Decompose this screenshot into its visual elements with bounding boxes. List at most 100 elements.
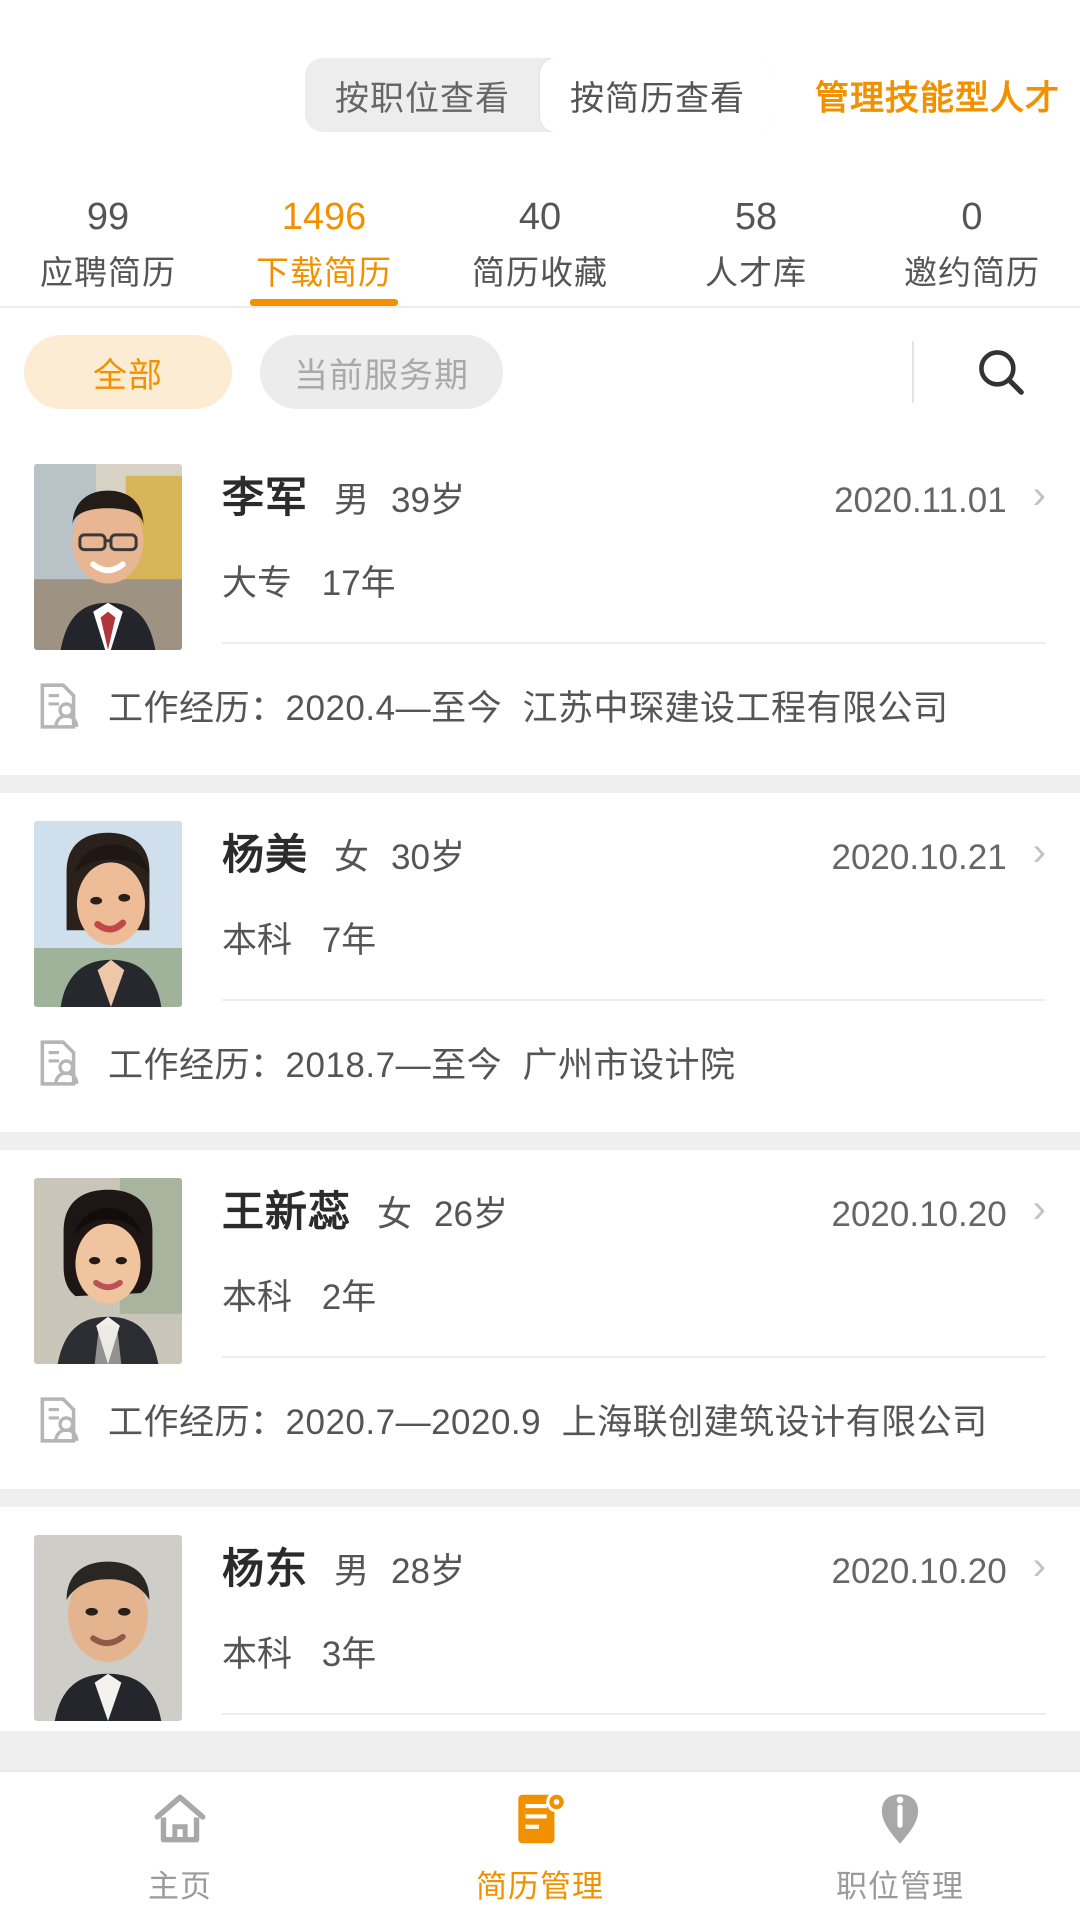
stat-underline: [466, 299, 614, 306]
nav-label: 职位管理: [836, 1868, 964, 1904]
stat-number: 40: [518, 196, 562, 239]
filter-bar: 全部 当前服务期: [0, 308, 1080, 436]
candidate-experience-years: 2年: [321, 1278, 377, 1317]
avatar: [34, 821, 182, 1007]
candidate-education: 本科: [222, 1635, 293, 1674]
resume-primary-row: 王新蕊 女 26岁 2020.10.20 ›: [222, 1178, 1046, 1239]
list-item[interactable]: 李军 男 39岁 2020.11.01 › 大专 17年 工作经历：2020.4…: [0, 436, 1080, 775]
candidate-age: 28岁: [391, 1552, 465, 1591]
chevron-right-icon[interactable]: ›: [1033, 475, 1046, 515]
segment-by-position[interactable]: 按职位查看: [305, 58, 540, 132]
avatar-woman-dark-hair-icon: [34, 1178, 182, 1364]
resume-secondary-row: 大专 17年: [222, 555, 1046, 606]
resume-date: 2020.10.20: [831, 1195, 1007, 1234]
resume-list[interactable]: 李军 男 39岁 2020.11.01 › 大专 17年 工作经历：2020.4…: [0, 436, 1080, 1920]
resume-date: 2020.10.21: [831, 838, 1007, 877]
view-mode-segmented-control[interactable]: 按职位查看 按简历查看: [305, 58, 775, 132]
resume-info: 王新蕊 女 26岁 2020.10.20 › 本科 2年: [182, 1178, 1046, 1364]
bottom-navigation: 主页 简历管理 职位管理: [0, 1770, 1080, 1920]
list-item[interactable]: 王新蕊 女 26岁 2020.10.20 › 本科 2年 工作经历：2020.7…: [0, 1150, 1080, 1489]
resume-icon: [508, 1787, 572, 1851]
resume-date: 2020.10.20: [831, 1552, 1007, 1591]
candidate-gender: 男: [334, 1552, 370, 1591]
stat-label: 应聘简历: [40, 253, 176, 291]
candidate-name: 李军: [222, 474, 309, 521]
stat-underline: [898, 299, 1046, 306]
resume-secondary-row: 本科 2年: [222, 1269, 1046, 1320]
stat-underline: [34, 299, 182, 306]
stat-label: 下载简历: [256, 253, 392, 291]
segment-by-resume[interactable]: 按简历查看: [540, 58, 775, 132]
stat-tab-favorites[interactable]: 40 简历收藏: [432, 190, 648, 306]
stat-number: 99: [86, 196, 130, 239]
work-experience-row: 工作经历：2020.4—至今 江苏中琛建设工程有限公司: [34, 650, 1046, 765]
resume-info: 杨东 男 28岁 2020.10.20 › 本科 3年: [182, 1535, 1046, 1721]
filter-chip-current-service-period[interactable]: 当前服务期: [260, 335, 503, 409]
nav-item-home[interactable]: 主页: [0, 1772, 360, 1920]
avatar: [34, 1535, 182, 1721]
vertical-divider: [912, 341, 914, 403]
chevron-right-icon[interactable]: ›: [1033, 832, 1046, 872]
nav-label: 主页: [148, 1868, 212, 1904]
candidate-gender: 男: [334, 481, 370, 520]
stat-tab-talent-pool[interactable]: 58 人才库: [648, 190, 864, 306]
stat-tab-downloaded[interactable]: 1496 下载简历: [216, 190, 432, 306]
chevron-right-icon[interactable]: ›: [1033, 1189, 1046, 1229]
card-divider: [222, 642, 1046, 644]
candidate-education: 本科: [222, 1278, 293, 1317]
resume-card-header: 李军 男 39岁 2020.11.01 › 大专 17年: [34, 464, 1046, 650]
card-divider: [222, 1356, 1046, 1358]
resume-card-header: 杨美 女 30岁 2020.10.21 › 本科 7年: [34, 821, 1046, 1007]
stat-label: 邀约简历: [904, 253, 1040, 291]
candidate-name: 杨东: [222, 1545, 309, 1592]
position-icon: [868, 1787, 932, 1851]
stat-tab-invitations[interactable]: 0 邀约简历: [864, 190, 1080, 306]
candidate-name: 王新蕊: [222, 1188, 352, 1235]
stat-underline: [250, 299, 398, 306]
top-bar: 按职位查看 按简历查看 管理技能型人才: [0, 0, 1080, 190]
candidate-education: 大专: [222, 564, 293, 603]
work-experience-icon: [40, 682, 79, 729]
work-experience-row: 工作经历：2018.7—至今 广州市设计院: [34, 1007, 1046, 1122]
candidate-gender: 女: [334, 838, 370, 877]
search-zone: [912, 308, 1056, 436]
nav-item-position-management[interactable]: 职位管理: [720, 1772, 1080, 1920]
work-experience-text: 工作经历：2020.7—2020.9 上海联创建筑设计有限公司: [108, 1403, 988, 1442]
list-item[interactable]: 杨东 男 28岁 2020.10.20 › 本科 3年: [0, 1507, 1080, 1731]
work-experience-row: 工作经历：2020.7—2020.9 上海联创建筑设计有限公司: [34, 1364, 1046, 1479]
resume-secondary-row: 本科 7年: [222, 912, 1046, 963]
resume-info: 杨美 女 30岁 2020.10.21 › 本科 7年: [182, 821, 1046, 1007]
resume-secondary-row: 本科 3年: [222, 1626, 1046, 1677]
nav-label: 简历管理: [476, 1868, 604, 1904]
stats-tabs: 99 应聘简历 1496 下载简历 40 简历收藏 58 人才库 0 邀约简历: [0, 190, 1080, 308]
avatar-man-suit-glasses-icon: [34, 464, 182, 650]
resume-primary-row: 杨东 男 28岁 2020.10.20 ›: [222, 1535, 1046, 1596]
search-icon: [979, 350, 1024, 395]
candidate-education: 本科: [222, 921, 293, 960]
list-item[interactable]: 杨美 女 30岁 2020.10.21 › 本科 7年 工作经历：2018.7—…: [0, 793, 1080, 1132]
stat-underline: [682, 299, 830, 306]
resume-info: 李军 男 39岁 2020.11.01 › 大专 17年: [182, 464, 1046, 650]
search-button[interactable]: [958, 329, 1044, 415]
nav-item-resume-management[interactable]: 简历管理: [360, 1772, 720, 1920]
card-divider: [222, 1713, 1046, 1715]
stat-number: 0: [961, 196, 983, 239]
resume-card-header: 杨东 男 28岁 2020.10.20 › 本科 3年: [34, 1535, 1046, 1721]
stat-label: 人才库: [705, 253, 807, 291]
resume-primary-row: 李军 男 39岁 2020.11.01 ›: [222, 464, 1046, 525]
stat-tab-applied[interactable]: 99 应聘简历: [0, 190, 216, 306]
avatar: [34, 1178, 182, 1364]
stat-number: 1496: [281, 196, 367, 239]
candidate-experience-years: 17年: [321, 564, 396, 603]
chevron-right-icon[interactable]: ›: [1033, 1546, 1046, 1586]
candidate-experience-years: 7年: [321, 921, 377, 960]
work-experience-text: 工作经历：2020.4—至今 江苏中琛建设工程有限公司: [108, 689, 949, 728]
candidate-age: 30岁: [391, 838, 465, 877]
work-experience-icon: [40, 1039, 79, 1086]
stat-label: 简历收藏: [472, 253, 608, 291]
candidate-age: 39岁: [391, 481, 465, 520]
resume-primary-row: 杨美 女 30岁 2020.10.21 ›: [222, 821, 1046, 882]
filter-chip-all[interactable]: 全部: [24, 335, 232, 409]
brand-tag[interactable]: 管理技能型人才: [815, 71, 1060, 120]
avatar-woman-looking-up-icon: [34, 821, 182, 1007]
